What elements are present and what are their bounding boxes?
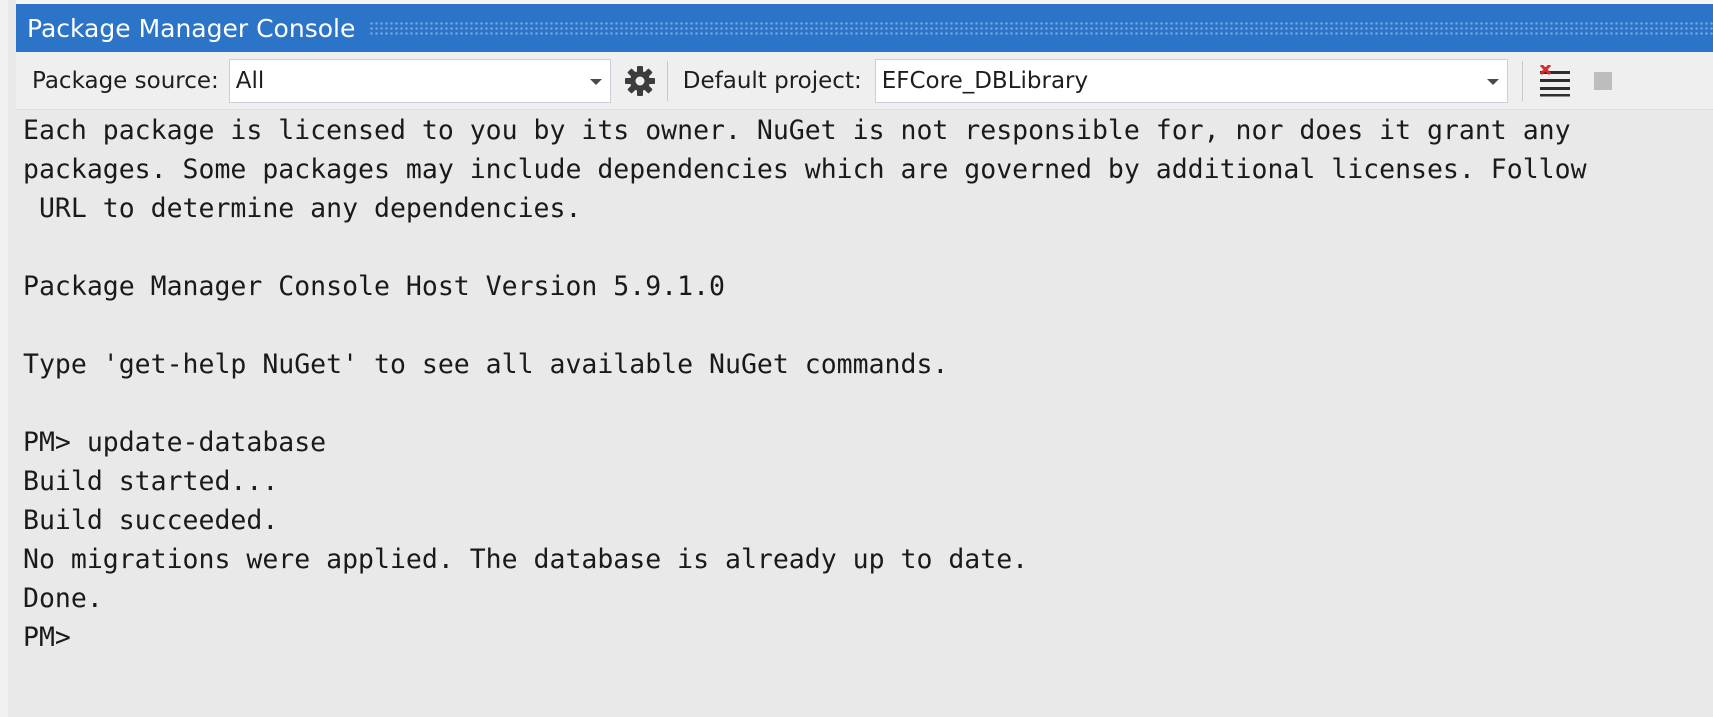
console-line: Done. <box>23 583 103 614</box>
console-line: Package Manager Console Host Version 5.9… <box>23 271 725 302</box>
console-line: PM> update-database <box>23 427 327 458</box>
console-output[interactable]: Each package is licensed to you by its o… <box>16 111 1713 717</box>
console-line: Build succeeded. <box>23 505 279 536</box>
default-project-label: Default project: <box>682 67 862 94</box>
console-line: packages. Some packages may include depe… <box>23 154 1587 185</box>
toolbar-separator <box>1521 60 1523 101</box>
console-prompt[interactable]: PM> <box>16 618 1713 657</box>
default-project-value: EFCore_DBLibrary <box>881 67 1089 94</box>
title-bar[interactable]: Package Manager Console <box>16 0 1713 52</box>
package-manager-console-window: Package Manager Console Package source: … <box>0 0 1713 717</box>
default-project-select[interactable]: EFCore_DBLibrary <box>874 58 1508 103</box>
package-source-label: Package source: <box>32 67 219 94</box>
clear-console-icon[interactable] <box>1537 63 1573 99</box>
window-title: Package Manager Console <box>27 13 356 43</box>
console-line: URL to determine any dependencies. <box>23 193 582 224</box>
chevron-down-icon <box>1486 78 1499 85</box>
title-grip[interactable] <box>369 21 1713 35</box>
toolbar: Package source: All Default project: EFC… <box>16 52 1713 110</box>
console-line: Each package is licensed to you by its o… <box>23 115 1571 146</box>
toolbar-separator <box>666 60 668 101</box>
console-line: No migrations were applied. The database… <box>23 544 1029 575</box>
gear-icon[interactable] <box>622 63 658 99</box>
stop-icon[interactable] <box>1591 69 1615 93</box>
package-source-select[interactable]: All <box>228 58 611 103</box>
console-line: Type 'get-help NuGet' to see all availab… <box>23 349 949 380</box>
chevron-down-icon <box>589 78 602 85</box>
console-line: Build started... <box>23 466 279 497</box>
package-source-value: All <box>235 67 265 94</box>
